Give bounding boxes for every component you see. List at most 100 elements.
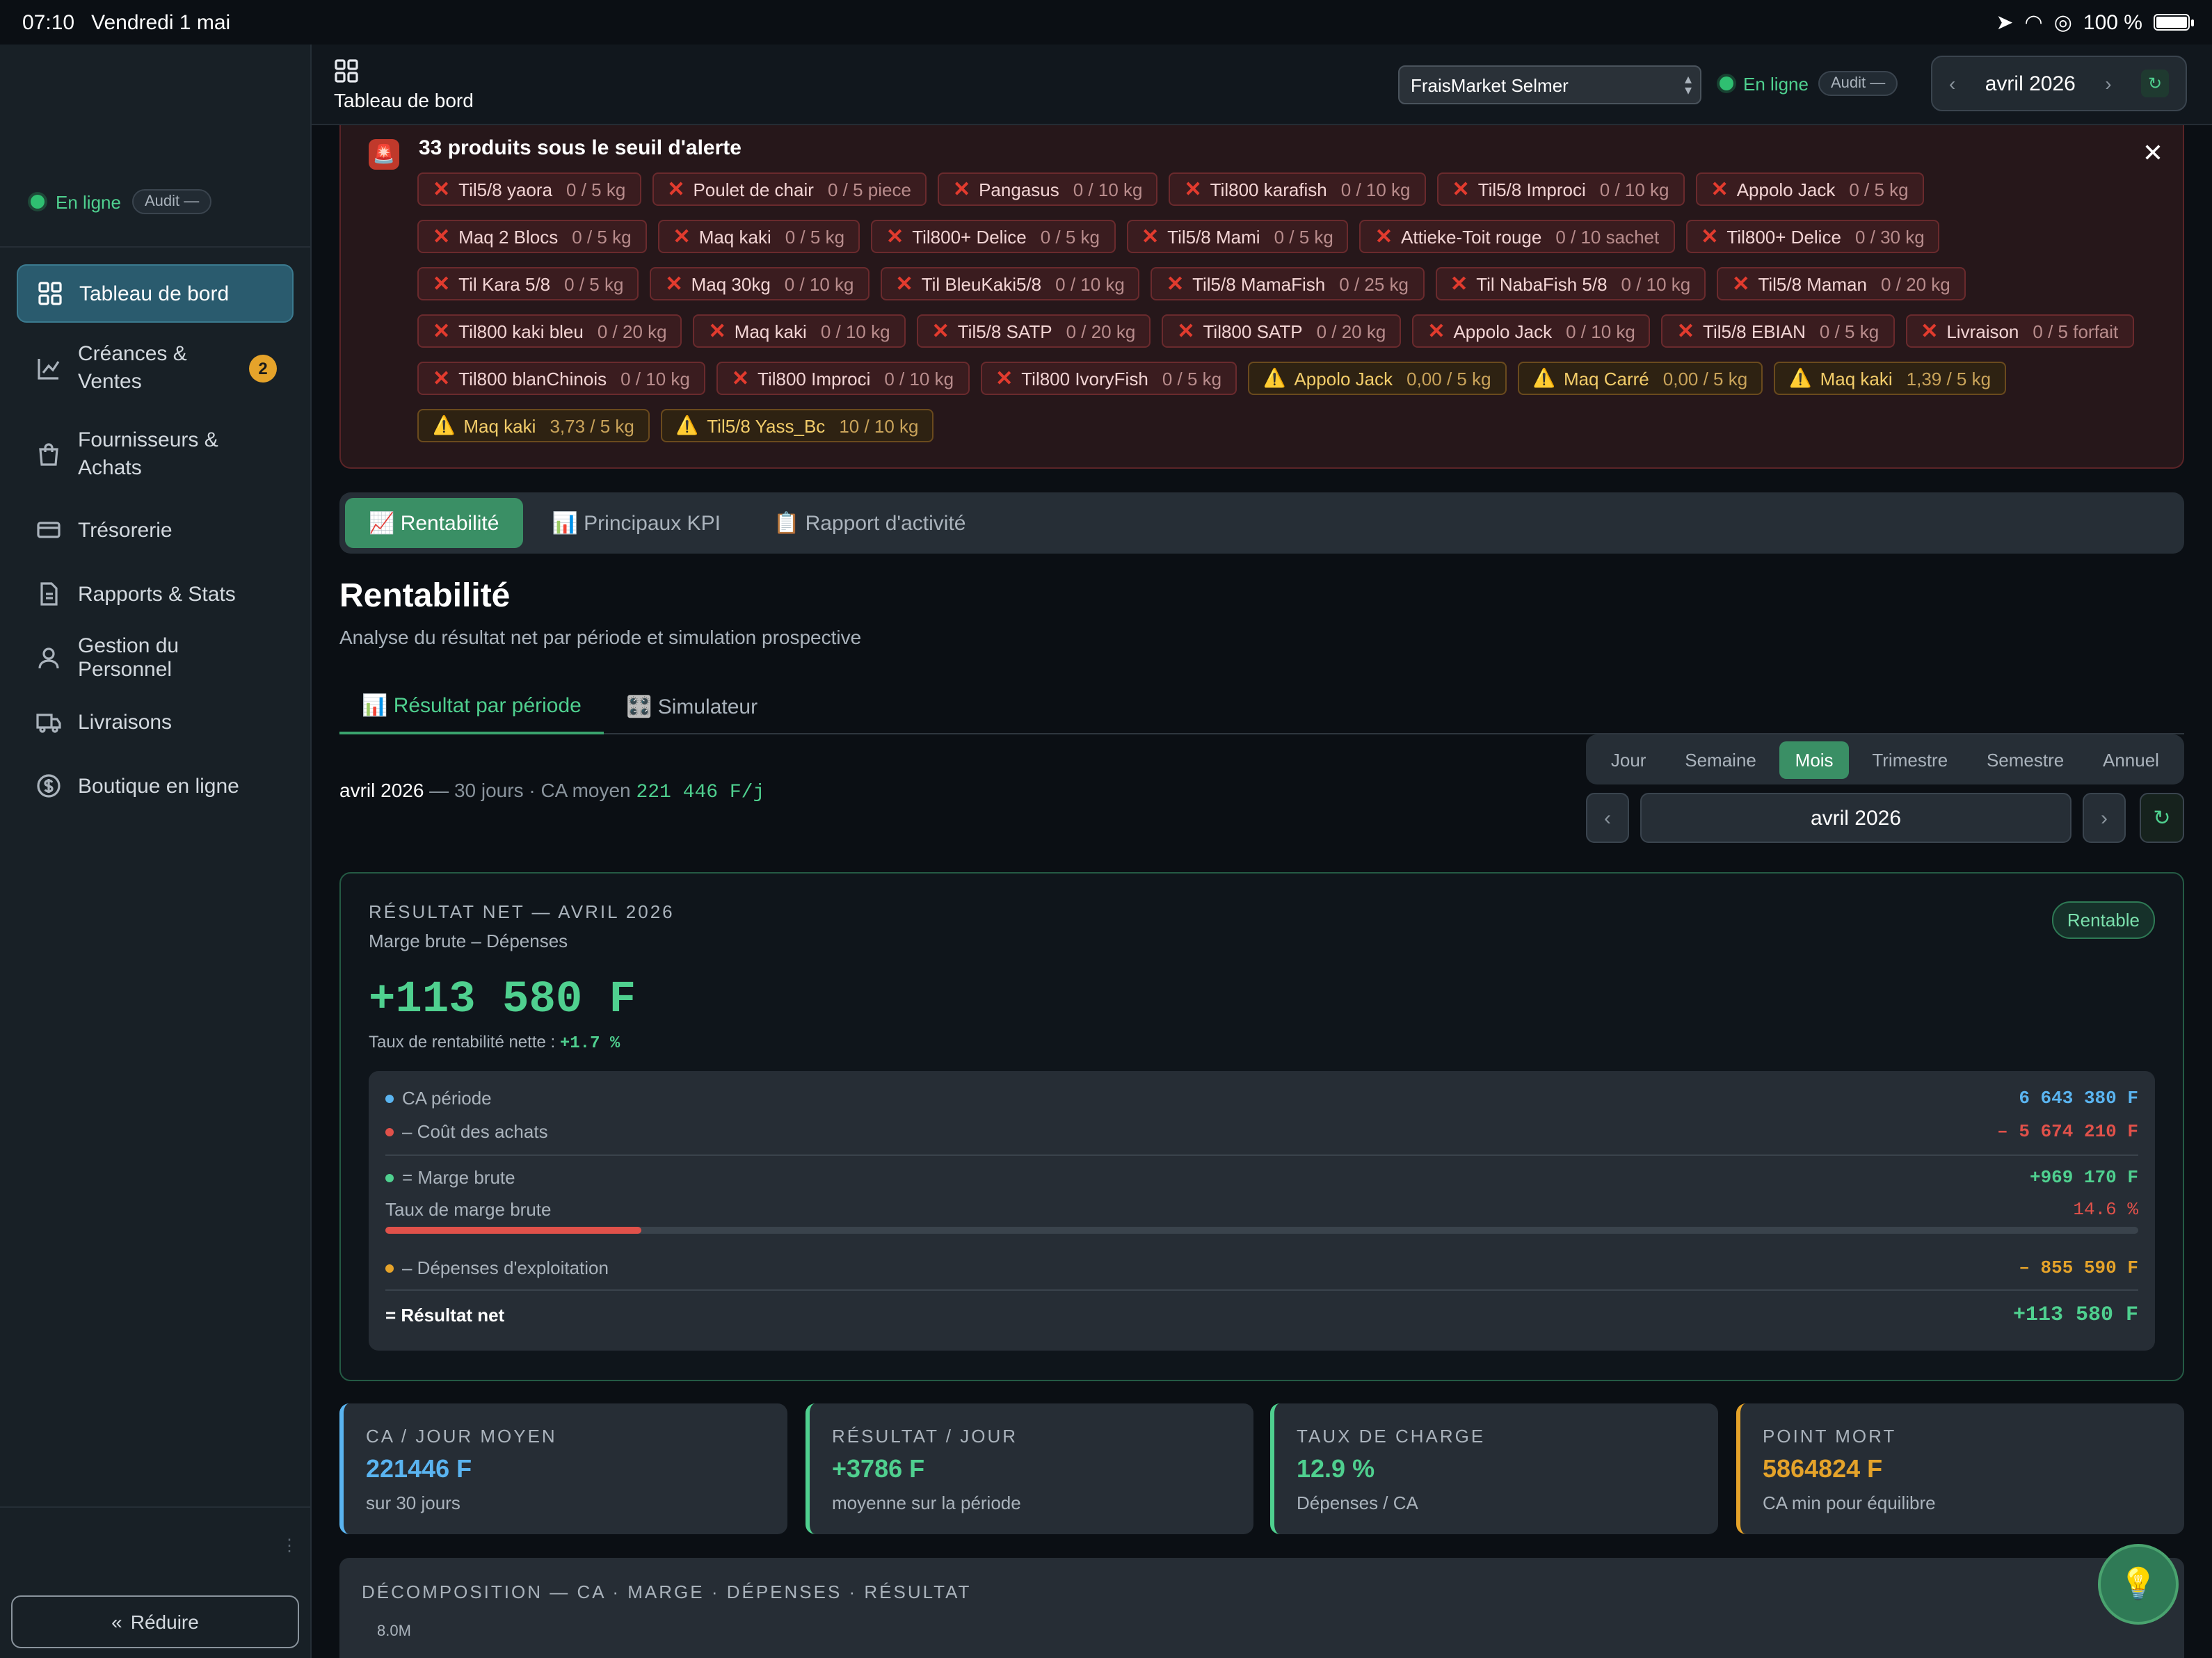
sidebar-item-suppliers[interactable]: Fournisseurs & Achats bbox=[17, 414, 294, 495]
alert-chip-quantity: 0 / 10 kg bbox=[1340, 179, 1411, 200]
period-option-day[interactable]: Jour bbox=[1596, 741, 1662, 778]
alert-chip-quantity: 0 / 20 kg bbox=[1066, 321, 1136, 341]
alert-chip[interactable]: ✕ Appolo Jack 0 / 10 kg bbox=[1412, 314, 1651, 348]
alert-chip[interactable]: ✕ Til800+ Delice 0 / 5 kg bbox=[871, 220, 1115, 253]
alert-chip[interactable]: ✕ Attieke-Toit rouge 0 / 10 sachet bbox=[1359, 220, 1675, 253]
audit-pill[interactable]: Audit — bbox=[131, 189, 212, 214]
more-icon[interactable]: ⋮ bbox=[281, 1536, 298, 1555]
period-option-quarter[interactable]: Trimestre bbox=[1857, 741, 1963, 778]
warning-icon: ⚠️ bbox=[433, 414, 456, 435]
sidebar-item-receivables[interactable]: Créances & Ventes 2 bbox=[17, 328, 294, 409]
alert-chip-quantity: 0 / 10 kg bbox=[1566, 321, 1635, 341]
sidebar: En ligne Audit — Tableau de bord Créance… bbox=[0, 45, 312, 1658]
alert-chip[interactable]: ✕ Til800 kaki bleu 0 / 20 kg bbox=[417, 314, 682, 348]
alert-chip-product: Maq kaki bbox=[698, 226, 771, 247]
sidebar-item-deliveries[interactable]: Livraisons bbox=[17, 693, 294, 751]
alert-chip[interactable]: ✕ Til800 karafish 0 / 10 kg bbox=[1169, 172, 1426, 206]
alert-chip[interactable]: ⚠️ Til5/8 Yass_Bc 10 / 10 kg bbox=[660, 409, 934, 442]
alert-chip-product: Livraison bbox=[1946, 321, 2019, 341]
alert-chip[interactable]: ✕ Til5/8 Improci 0 / 10 kg bbox=[1436, 172, 1685, 206]
alert-chip[interactable]: ✕ Til Kara 5/8 0 / 5 kg bbox=[417, 267, 639, 300]
period-option-annual[interactable]: Annuel bbox=[2087, 741, 2174, 778]
alert-chip-quantity: 0,00 / 5 kg bbox=[1406, 368, 1491, 389]
stock-alert-banner: 🚨 33 produits sous le seuil d'alerte ✕ ✕… bbox=[339, 125, 2184, 469]
alert-chip-quantity: 3,73 / 5 kg bbox=[550, 415, 634, 436]
alert-chip[interactable]: ✕ Til5/8 Maman 0 / 20 kg bbox=[1717, 267, 1966, 300]
alert-chip[interactable]: ✕ Til5/8 yaora 0 / 5 kg bbox=[417, 172, 641, 206]
status-badge: Rentable bbox=[2051, 901, 2155, 939]
cross-icon: ✕ bbox=[1676, 320, 1695, 344]
alert-chip-quantity: 0,00 / 5 kg bbox=[1662, 368, 1748, 389]
sidebar-item-reports[interactable]: Rapports & Stats bbox=[17, 565, 294, 623]
alert-chip[interactable]: ⚠️ Maq kaki 3,73 / 5 kg bbox=[417, 409, 650, 442]
alert-chip-product: Til5/8 Yass_Bc bbox=[707, 415, 826, 436]
alert-chip[interactable]: ✕ Livraison 0 / 5 forfait bbox=[1905, 314, 2134, 348]
alert-chip[interactable]: ✕ Til5/8 MamaFish 0 / 25 kg bbox=[1151, 267, 1425, 300]
refresh-button[interactable]: ↻ bbox=[2140, 793, 2184, 843]
divider bbox=[0, 246, 312, 248]
close-icon[interactable]: ✕ bbox=[2142, 139, 2163, 168]
tips-button[interactable]: 💡 bbox=[2098, 1544, 2179, 1625]
alert-chip[interactable]: ✕ Til800 Improci 0 / 10 kg bbox=[716, 362, 970, 395]
alert-chip[interactable]: ✕ Maq 2 Blocs 0 / 5 kg bbox=[417, 220, 647, 253]
tab-simulator[interactable]: 🎛️ Simulateur bbox=[604, 679, 780, 734]
sidebar-item-dashboard[interactable]: Tableau de bord bbox=[17, 264, 294, 323]
alert-chip[interactable]: ✕ Appolo Jack 0 / 5 kg bbox=[1695, 172, 1924, 206]
alert-chip[interactable]: ⚠️ Maq kaki 1,39 / 5 kg bbox=[1774, 362, 2007, 395]
net-rate-value: +1.7 % bbox=[559, 1033, 620, 1053]
sidebar-item-label: Rapports & Stats bbox=[78, 582, 236, 606]
audit-pill[interactable]: Audit — bbox=[1818, 71, 1898, 96]
collapse-sidebar-button[interactable]: « Réduire bbox=[11, 1595, 299, 1648]
alert-chip[interactable]: ✕ Til800+ Delice 0 / 30 kg bbox=[1685, 220, 1940, 253]
alert-chip[interactable]: ✕ Til5/8 Mami 0 / 5 kg bbox=[1126, 220, 1349, 253]
alert-chip[interactable]: ✕ Maq kaki 0 / 5 kg bbox=[657, 220, 860, 253]
alert-chip[interactable]: ✕ Til800 IvoryFish 0 / 5 kg bbox=[980, 362, 1237, 395]
tab-kpi[interactable]: 📊 Principaux KPI bbox=[528, 498, 744, 548]
kpi-title: CA / JOUR MOYEN bbox=[366, 1426, 557, 1447]
cross-icon: ✕ bbox=[895, 273, 913, 296]
tab-result-by-period[interactable]: 📊 Résultat par période bbox=[339, 679, 604, 734]
alert-chip-product: Maq Carré bbox=[1563, 368, 1649, 389]
alert-chip[interactable]: ⚠️ Appolo Jack 0,00 / 5 kg bbox=[1248, 362, 1507, 395]
alert-chip-product: Maq 2 Blocs bbox=[458, 226, 559, 247]
sidebar-item-shop[interactable]: Boutique en ligne bbox=[17, 757, 294, 815]
net-rate-label: Taux de rentabilité nette : bbox=[369, 1032, 556, 1052]
battery-icon bbox=[2154, 14, 2194, 31]
page-header: Tableau de bord bbox=[334, 58, 474, 111]
refresh-icon: ↻ bbox=[2153, 807, 2171, 830]
cross-icon: ✕ bbox=[1141, 225, 1160, 249]
alert-chip[interactable]: ✕ Til5/8 EBIAN 0 / 5 kg bbox=[1661, 314, 1895, 348]
alert-chip[interactable]: ✕ Til NabaFish 5/8 0 / 10 kg bbox=[1435, 267, 1706, 300]
sidebar-item-staff[interactable]: Gestion du Personnel bbox=[17, 629, 294, 687]
alert-chip[interactable]: ✕ Maq kaki 0 / 10 kg bbox=[693, 314, 906, 348]
period-selector: Jour Semaine Mois Trimestre Semestre Ann… bbox=[1586, 734, 2184, 784]
period-month-display[interactable]: avril 2026 bbox=[1640, 793, 2071, 843]
period-option-month[interactable]: Mois bbox=[1779, 741, 1849, 778]
alert-chip-quantity: 0 / 5 kg bbox=[566, 179, 626, 200]
summary-month: avril 2026 bbox=[339, 779, 424, 801]
status-bar: 07:10 Vendredi 1 mai ➤ ◠ ◎ 100 % bbox=[0, 0, 2212, 45]
alert-chip[interactable]: ✕ Poulet de chair 0 / 5 piece bbox=[652, 172, 927, 206]
tab-activity-report[interactable]: 📋 Rapport d'activité bbox=[750, 498, 990, 548]
alert-chip[interactable]: ✕ Til800 blanChinois 0 / 10 kg bbox=[417, 362, 705, 395]
alert-chip[interactable]: ✕ Pangasus 0 / 10 kg bbox=[937, 172, 1158, 206]
chevron-right-icon[interactable]: › bbox=[2105, 72, 2111, 95]
alert-chip[interactable]: ✕ Til5/8 SATP 0 / 20 kg bbox=[916, 314, 1151, 348]
alert-chip[interactable]: ✕ Til BleuKaki5/8 0 / 10 kg bbox=[880, 267, 1140, 300]
period-option-semester[interactable]: Semestre bbox=[1971, 741, 2079, 778]
alert-chip[interactable]: ⚠️ Maq Carré 0,00 / 5 kg bbox=[1517, 362, 1763, 395]
row-value: +969 170 F bbox=[2029, 1167, 2138, 1188]
chevron-left-icon[interactable]: ‹ bbox=[1949, 72, 1955, 95]
period-option-week[interactable]: Semaine bbox=[1669, 741, 1772, 778]
refresh-icon[interactable]: ↻ bbox=[2141, 70, 2169, 97]
alert-chip-quantity: 0 / 5 kg bbox=[572, 226, 632, 247]
kpi-card-break-even: POINT MORT 5864824 F CA min pour équilib… bbox=[1736, 1403, 2184, 1534]
tab-profitability[interactable]: 📈 Rentabilité bbox=[345, 498, 523, 548]
alert-chip[interactable]: ✕ Til800 SATP 0 / 20 kg bbox=[1162, 314, 1402, 348]
next-period-button[interactable]: › bbox=[2083, 793, 2126, 843]
sidebar-status-label: En ligne bbox=[56, 191, 121, 212]
prev-period-button[interactable]: ‹ bbox=[1586, 793, 1629, 843]
alert-chip[interactable]: ✕ Maq 30kg 0 / 10 kg bbox=[650, 267, 869, 300]
sidebar-item-treasury[interactable]: Trésorerie bbox=[17, 501, 294, 559]
store-select[interactable]: FraisMarket Selmer ▴ ▾ bbox=[1398, 65, 1701, 104]
